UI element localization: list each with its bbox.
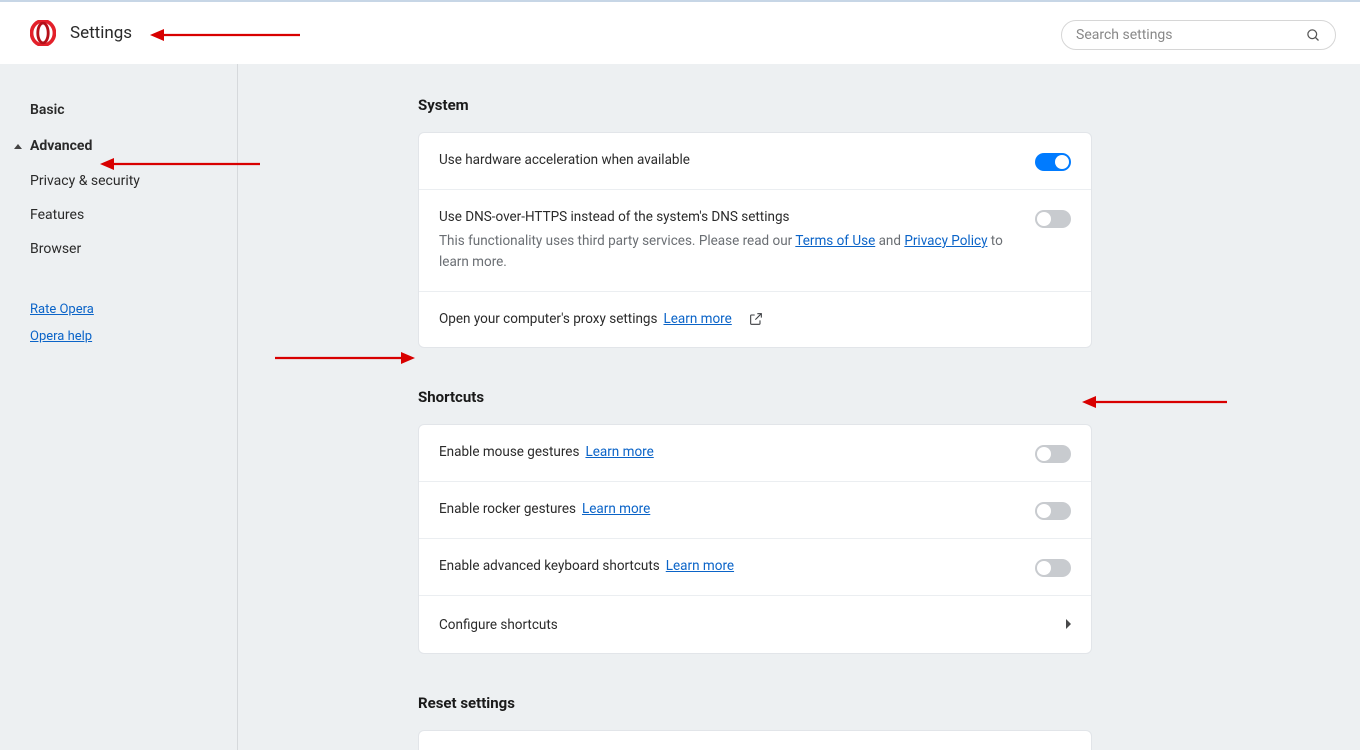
row-hardware-accel: Use hardware acceleration when available: [419, 133, 1091, 190]
section-heading-system: System: [418, 96, 1092, 114]
sidebar-item-basic[interactable]: Basic: [30, 92, 237, 128]
learn-more-link[interactable]: Learn more: [585, 444, 653, 460]
sidebar-item-features[interactable]: Features: [30, 198, 237, 232]
learn-more-link[interactable]: Learn more: [582, 501, 650, 517]
row-label: Open your computer's proxy settings: [439, 310, 657, 329]
external-link-icon[interactable]: [748, 311, 764, 327]
sidebar-item-privacy[interactable]: Privacy & security: [30, 164, 237, 198]
row-restore-defaults[interactable]: Restore settings to their original defau…: [419, 731, 1091, 750]
sidebar: Basic Advanced Privacy & security Featur…: [0, 64, 238, 750]
row-mouse-gestures: Enable mouse gestures Learn more: [419, 425, 1091, 482]
system-card: Use hardware acceleration when available…: [418, 132, 1092, 348]
search-settings-box[interactable]: [1061, 20, 1336, 50]
row-label: Use hardware acceleration when available: [439, 151, 1019, 170]
sidebar-item-advanced[interactable]: Advanced: [30, 128, 237, 164]
row-keyboard-shortcuts: Enable advanced keyboard shortcuts Learn…: [419, 539, 1091, 596]
search-icon: [1306, 28, 1321, 43]
toggle-keyboard-shortcuts[interactable]: [1035, 559, 1071, 577]
reset-card: Restore settings to their original defau…: [418, 730, 1092, 750]
row-label: Enable rocker gestures: [439, 500, 576, 519]
chevron-right-icon: [1066, 619, 1071, 629]
row-label: Use DNS-over-HTTPS instead of the system…: [439, 208, 1019, 227]
row-label: Enable mouse gestures: [439, 443, 579, 462]
sidebar-item-label: Advanced: [30, 138, 92, 154]
learn-more-link[interactable]: Learn more: [666, 558, 734, 574]
row-configure-shortcuts[interactable]: Configure shortcuts: [419, 596, 1091, 653]
shortcuts-card: Enable mouse gestures Learn more Enable …: [418, 424, 1092, 654]
privacy-policy-link[interactable]: Privacy Policy: [904, 233, 987, 249]
row-rocker-gestures: Enable rocker gestures Learn more: [419, 482, 1091, 539]
main-content: System Use hardware acceleration when av…: [238, 64, 1360, 750]
row-label: Configure shortcuts: [439, 617, 558, 633]
section-heading-reset: Reset settings: [418, 694, 1092, 712]
toggle-dns-over-https[interactable]: [1035, 210, 1071, 228]
chevron-up-icon: [14, 144, 22, 149]
row-proxy-settings[interactable]: Open your computer's proxy settings Lear…: [419, 292, 1091, 347]
sidebar-item-browser[interactable]: Browser: [30, 232, 237, 266]
learn-more-link[interactable]: Learn more: [663, 311, 731, 327]
search-input[interactable]: [1076, 27, 1306, 43]
section-heading-shortcuts: Shortcuts: [418, 388, 1092, 406]
terms-of-use-link[interactable]: Terms of Use: [795, 233, 875, 249]
rate-opera-link[interactable]: Rate Opera: [30, 296, 237, 323]
toggle-rocker-gestures[interactable]: [1035, 502, 1071, 520]
row-label: Enable advanced keyboard shortcuts: [439, 557, 660, 576]
page-title: Settings: [70, 23, 132, 43]
row-description: This functionality uses third party serv…: [439, 231, 1019, 273]
toggle-hardware-accel[interactable]: [1035, 153, 1071, 171]
toggle-mouse-gestures[interactable]: [1035, 445, 1071, 463]
opera-logo-icon: [30, 20, 56, 46]
sidebar-footer-links: Rate Opera Opera help: [30, 296, 237, 350]
row-dns-over-https: Use DNS-over-HTTPS instead of the system…: [419, 190, 1091, 292]
app-header: Settings: [0, 0, 1360, 64]
opera-help-link[interactable]: Opera help: [30, 323, 237, 350]
